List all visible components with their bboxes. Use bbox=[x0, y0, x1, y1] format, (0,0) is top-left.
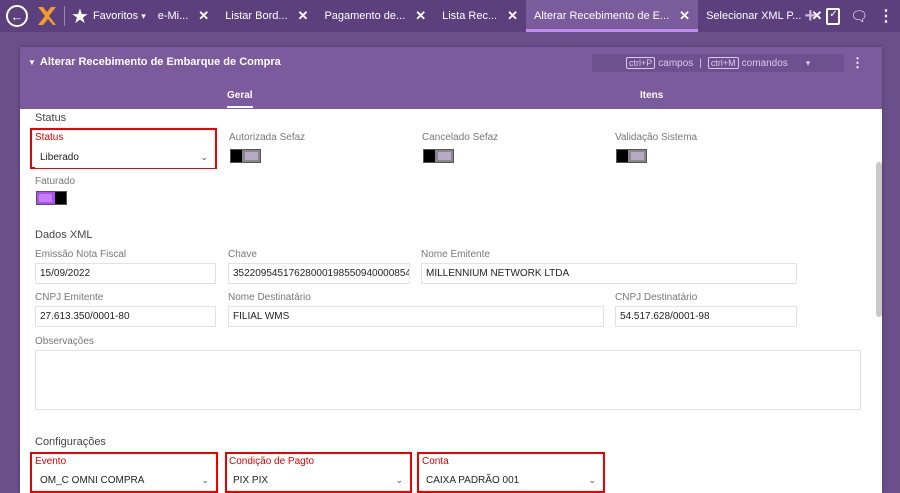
conta-label: Conta bbox=[422, 456, 449, 467]
close-icon[interactable]: ✕ bbox=[679, 8, 690, 24]
app-logo-icon bbox=[38, 7, 56, 25]
conta-select[interactable]: CAIXA PADRÃO 001 ⌄ bbox=[421, 470, 603, 491]
status-select[interactable]: Liberado ⌄ bbox=[35, 147, 215, 168]
dialog-title[interactable]: ▼ Alterar Recebimento de Embarque de Comp… bbox=[28, 56, 281, 68]
shortcut-commands-key: ctrl+M bbox=[707, 57, 739, 69]
tab-label: Lista Rec... bbox=[442, 10, 498, 22]
chave-label: Chave bbox=[228, 249, 257, 260]
close-icon[interactable]: ✕ bbox=[198, 8, 209, 24]
evento-select[interactable]: OM_C OMNI COMPRA ⌄ bbox=[35, 470, 216, 491]
chat-icon[interactable]: 🗨 bbox=[850, 8, 868, 25]
chevron-down-icon: ⌄ bbox=[201, 475, 209, 485]
browser-tab-bar: ← ★ Favoritos ▾ e-Mi... ✕ Listar Bord...… bbox=[0, 0, 900, 32]
emissao-field[interactable]: 15/09/2022 bbox=[35, 263, 216, 284]
emissao-label: Emissão Nota Fiscal bbox=[35, 249, 127, 260]
validacao-toggle[interactable] bbox=[616, 149, 647, 163]
close-icon[interactable]: ✕ bbox=[415, 8, 426, 24]
chevron-down-icon: ▾ bbox=[805, 57, 811, 68]
chevron-down-icon: ▾ bbox=[141, 10, 146, 21]
observacoes-label: Observações bbox=[35, 336, 94, 347]
close-icon[interactable]: ✕ bbox=[507, 8, 518, 24]
tab-label: Selecionar XML P... bbox=[706, 10, 802, 22]
emitente-label: Nome Emitente bbox=[421, 249, 490, 260]
status-label: Status bbox=[35, 132, 64, 143]
evento-label: Evento bbox=[35, 456, 67, 467]
shortcut-fields-label: campos bbox=[658, 57, 694, 69]
section-status-title: Status bbox=[35, 112, 67, 124]
observacoes-textarea[interactable] bbox=[35, 350, 861, 410]
destinatario-label: Nome Destinatário bbox=[228, 292, 311, 303]
dialog-alterar-recebimento: ▼ Alterar Recebimento de Embarque de Comp… bbox=[20, 47, 882, 493]
condicao-select[interactable]: PIX PIX ⌄ bbox=[228, 470, 410, 491]
autorizada-label: Autorizada Sefaz bbox=[229, 132, 306, 143]
tab-alterar-recebimento[interactable]: Alterar Recebimento de E... ✕ bbox=[526, 0, 699, 32]
cnpj-dest-label: CNPJ Destinatário bbox=[615, 292, 698, 303]
tab-lista-recebimento[interactable]: Lista Rec... ✕ bbox=[434, 0, 526, 32]
star-icon: ★ bbox=[71, 5, 89, 28]
shortcut-fields-key: ctrl+P bbox=[626, 57, 656, 69]
tab-emissao[interactable]: e-Mi... ✕ bbox=[150, 0, 217, 32]
chevron-down-icon: ⌄ bbox=[588, 475, 596, 485]
faturado-label: Faturado bbox=[35, 176, 76, 187]
scrollbar[interactable] bbox=[876, 162, 882, 317]
dialog-header: ▼ Alterar Recebimento de Embarque de Comp… bbox=[20, 47, 882, 109]
section-config-title: Configurações bbox=[35, 436, 106, 448]
tab-label: e-Mi... bbox=[157, 10, 189, 22]
shortcut-separator: | bbox=[699, 57, 702, 69]
clipboard-check-icon[interactable] bbox=[826, 7, 841, 25]
tab-itens[interactable]: Itens bbox=[640, 90, 663, 101]
destinatario-field[interactable]: FILIAL WMS bbox=[228, 306, 604, 327]
dialog-menu-icon[interactable]: ⋮ bbox=[851, 55, 864, 71]
shortcut-commands-label: comandos bbox=[741, 57, 788, 69]
section-xml-title: Dados XML bbox=[35, 229, 93, 241]
shortcut-bar[interactable]: ctrl+P campos | ctrl+M comandos ▾ bbox=[592, 54, 844, 72]
tab-geral[interactable]: Geral bbox=[227, 90, 253, 108]
tab-label: Alterar Recebimento de E... bbox=[534, 10, 670, 22]
chevron-down-icon: ⌄ bbox=[395, 475, 403, 485]
cnpj-emitente-label: CNPJ Emitente bbox=[35, 292, 104, 303]
cancelado-toggle[interactable] bbox=[423, 149, 454, 163]
validacao-label: Validação Sistema bbox=[615, 132, 698, 143]
tab-label: Listar Bord... bbox=[225, 10, 288, 22]
tab-pagamento[interactable]: Pagamento de... ✕ bbox=[316, 0, 434, 32]
divider bbox=[64, 6, 65, 26]
close-icon[interactable]: ✕ bbox=[298, 8, 309, 24]
collapse-icon: ▼ bbox=[28, 58, 36, 67]
tab-listar-bordero[interactable]: Listar Bord... ✕ bbox=[217, 0, 316, 32]
faturado-toggle[interactable] bbox=[36, 191, 67, 205]
back-icon[interactable]: ← bbox=[6, 5, 28, 27]
more-options-icon[interactable]: ⋮ bbox=[878, 6, 894, 26]
cnpj-dest-field[interactable]: 54.517.628/0001-98 bbox=[615, 306, 797, 327]
autorizada-toggle[interactable] bbox=[230, 149, 261, 163]
cancelado-label: Cancelado Sefaz bbox=[422, 132, 499, 143]
cnpj-emitente-field[interactable]: 27.613.350/0001-80 bbox=[35, 306, 216, 327]
chave-field[interactable]: 35220954517628000198550940000854 bbox=[228, 263, 410, 284]
favorites-menu[interactable]: ★ Favoritos ▾ bbox=[71, 4, 146, 29]
top-actions: + 🗨 ⋮ bbox=[805, 0, 894, 32]
favorites-label: Favoritos bbox=[92, 10, 139, 22]
add-tab-icon[interactable]: + bbox=[805, 5, 817, 28]
condicao-label: Condição de Pagto bbox=[229, 456, 315, 467]
chevron-down-icon: ⌄ bbox=[200, 152, 208, 162]
tab-label: Pagamento de... bbox=[324, 10, 406, 22]
emitente-field[interactable]: MILLENNIUM NETWORK LTDA bbox=[421, 263, 797, 284]
